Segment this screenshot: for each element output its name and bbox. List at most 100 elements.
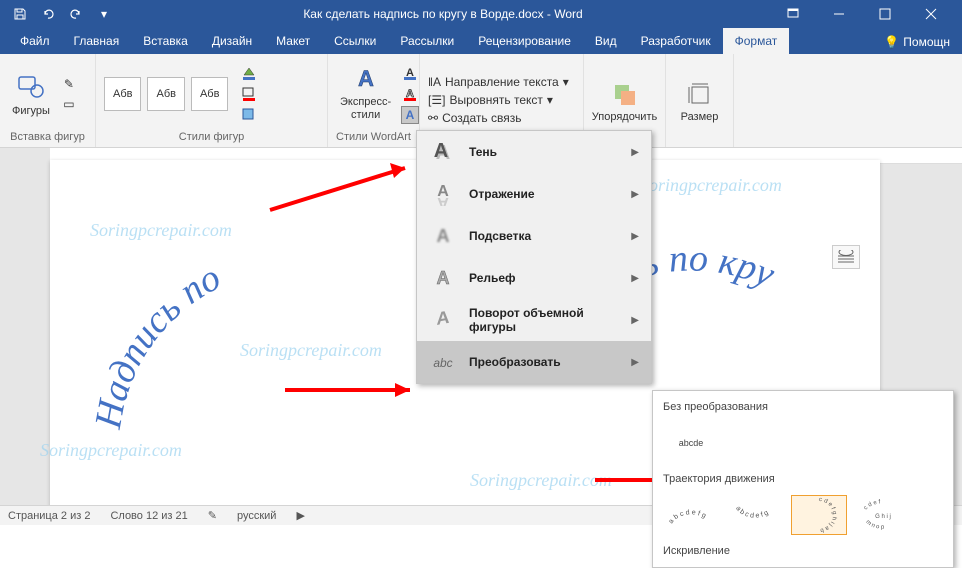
qat-customize[interactable]: ▾: [92, 2, 116, 26]
glow-icon: A: [429, 222, 457, 250]
text-effects-menu: AA Тень ▶ AA Отражение ▶ A Подсветка ▶ A…: [416, 130, 652, 384]
rotate-3d-icon: A: [429, 306, 457, 334]
text-fill-icon[interactable]: A: [401, 64, 419, 82]
tab-layout[interactable]: Макет: [264, 28, 322, 54]
tab-design[interactable]: Дизайн: [200, 28, 264, 54]
window-title: Как сделать надпись по кругу в Ворде.doc…: [116, 7, 770, 21]
text-effects-icon[interactable]: A: [401, 106, 419, 124]
tab-insert[interactable]: Вставка: [131, 28, 200, 54]
shape-preset-3[interactable]: Абв: [191, 77, 228, 111]
svg-text:A: A: [434, 140, 448, 162]
close-button[interactable]: [908, 0, 954, 28]
shadow-icon: AA: [429, 138, 457, 166]
svg-text:A: A: [437, 194, 449, 206]
arrange-button[interactable]: Упорядочить: [588, 79, 661, 125]
align-text-icon: [☰]: [428, 93, 445, 107]
undo-button[interactable]: [36, 2, 60, 26]
group-wordart-styles: A Экспресс- стили A A A Стили WordArt: [328, 54, 420, 147]
tab-developer[interactable]: Разработчик: [629, 28, 723, 54]
edit-shape-icon[interactable]: ✎: [60, 75, 78, 93]
chevron-right-icon: ▶: [631, 231, 639, 242]
watermark: Soringpcrepair.com: [90, 220, 232, 241]
window-controls: [770, 0, 954, 28]
submenu-header-warp: Искривление: [659, 541, 947, 561]
layout-options-button[interactable]: [832, 245, 860, 269]
tab-mailings[interactable]: Рассылки: [388, 28, 466, 54]
link-icon: ⚯: [428, 111, 438, 125]
maximize-button[interactable]: [862, 0, 908, 28]
group-shape-styles: Абв Абв Абв Стили фигур: [96, 54, 328, 147]
minimize-button[interactable]: [816, 0, 862, 28]
shape-preset-2[interactable]: Абв: [147, 77, 184, 111]
menu-item-reflection[interactable]: AA Отражение ▶: [417, 173, 651, 215]
svg-text:c d e f g h i j a b: c d e f g h i j a b: [819, 497, 837, 533]
svg-text:A: A: [406, 108, 415, 122]
tab-review[interactable]: Рецензирование: [466, 28, 583, 54]
redo-button[interactable]: [64, 2, 88, 26]
text-outline-icon[interactable]: A: [401, 85, 419, 103]
transform-arc-up[interactable]: a b c d e f g: [663, 495, 719, 535]
submenu-header-none: Без преобразования: [659, 397, 947, 417]
annotation-arrow-1: [260, 160, 430, 220]
transform-none[interactable]: abcde: [663, 423, 719, 463]
status-language[interactable]: русский: [237, 510, 276, 522]
shape-effects-icon[interactable]: [240, 106, 258, 124]
save-button[interactable]: [8, 2, 32, 26]
status-words[interactable]: Слово 12 из 21: [110, 510, 187, 522]
ribbon-options-button[interactable]: [770, 0, 816, 28]
group-insert-shapes: Фигуры ✎ ▭ Вставка фигур: [0, 54, 96, 147]
align-text-button[interactable]: [☰]Выровнять текст ▾: [428, 93, 553, 107]
text-direction-icon: ‖A: [428, 75, 441, 89]
svg-text:A: A: [437, 226, 450, 246]
tab-format[interactable]: Формат: [723, 28, 790, 54]
watermark: Soringpcrepair.com: [640, 175, 782, 196]
shape-fill-icon[interactable]: [240, 64, 258, 82]
bevel-icon: A: [429, 264, 457, 292]
tab-home[interactable]: Главная: [62, 28, 132, 54]
create-link-button[interactable]: ⚯Создать связь: [428, 111, 522, 125]
shapes-gallery-button[interactable]: Фигуры: [8, 69, 54, 119]
menu-item-glow[interactable]: A Подсветка ▶: [417, 215, 651, 257]
curved-text-left: Надпись по: [80, 240, 430, 440]
text-box-icon[interactable]: ▭: [60, 95, 78, 113]
menu-item-3d-rotate[interactable]: A Поворот объемной фигуры ▶: [417, 299, 651, 341]
svg-text:abc: abc: [433, 356, 452, 370]
svg-text:A: A: [437, 268, 450, 288]
svg-text:c d e f: c d e f: [863, 499, 881, 511]
text-direction-button[interactable]: ‖AНаправление текста ▾: [428, 75, 569, 89]
chevron-right-icon: ▶: [631, 189, 639, 200]
title-bar: ▾ Как сделать надпись по кругу в Ворде.d…: [0, 0, 962, 28]
tab-view[interactable]: Вид: [583, 28, 629, 54]
transform-submenu: Без преобразования abcde Траектория движ…: [652, 390, 954, 568]
size-button[interactable]: Размер: [677, 79, 723, 125]
svg-text:a b c d e f g: a b c d e f g: [668, 509, 707, 525]
transform-circle[interactable]: c d e f g h i j a b: [791, 495, 847, 535]
tab-references[interactable]: Ссылки: [322, 28, 388, 54]
ribbon-tabs: Файл Главная Вставка Дизайн Макет Ссылки…: [0, 28, 962, 54]
svg-text:Надпись по: Надпись по: [87, 256, 227, 432]
transform-arc-down[interactable]: a b c d e f g: [727, 495, 783, 535]
status-proofing-icon[interactable]: ✎: [208, 509, 217, 522]
express-styles-button[interactable]: A Экспресс- стили: [336, 64, 395, 122]
chevron-right-icon: ▶: [631, 147, 639, 158]
status-page[interactable]: Страница 2 из 2: [8, 510, 90, 522]
transform-button[interactable]: c d e fG h i jm n o p: [855, 495, 911, 535]
chevron-right-icon: ▶: [631, 273, 639, 284]
status-macro-icon[interactable]: ▶: [296, 509, 304, 522]
annotation-arrow-2: [280, 375, 430, 405]
tell-me-help[interactable]: 💡Помощн: [872, 30, 962, 54]
quick-access-toolbar: ▾: [8, 2, 116, 26]
svg-text:A: A: [437, 308, 450, 329]
lightbulb-icon: 💡: [884, 35, 899, 49]
submenu-header-path: Траектория движения: [659, 469, 947, 489]
menu-item-bevel[interactable]: A Рельеф ▶: [417, 257, 651, 299]
menu-item-shadow[interactable]: AA Тень ▶: [417, 131, 651, 173]
group-size: Размер: [666, 54, 734, 147]
svg-text:G h i j: G h i j: [875, 514, 891, 520]
tab-file[interactable]: Файл: [8, 28, 62, 54]
shape-outline-icon[interactable]: [240, 85, 258, 103]
menu-item-transform[interactable]: abc Преобразовать ▶: [417, 341, 651, 383]
svg-text:A: A: [358, 66, 374, 91]
shape-preset-1[interactable]: Абв: [104, 77, 141, 111]
chevron-right-icon: ▶: [631, 315, 639, 326]
